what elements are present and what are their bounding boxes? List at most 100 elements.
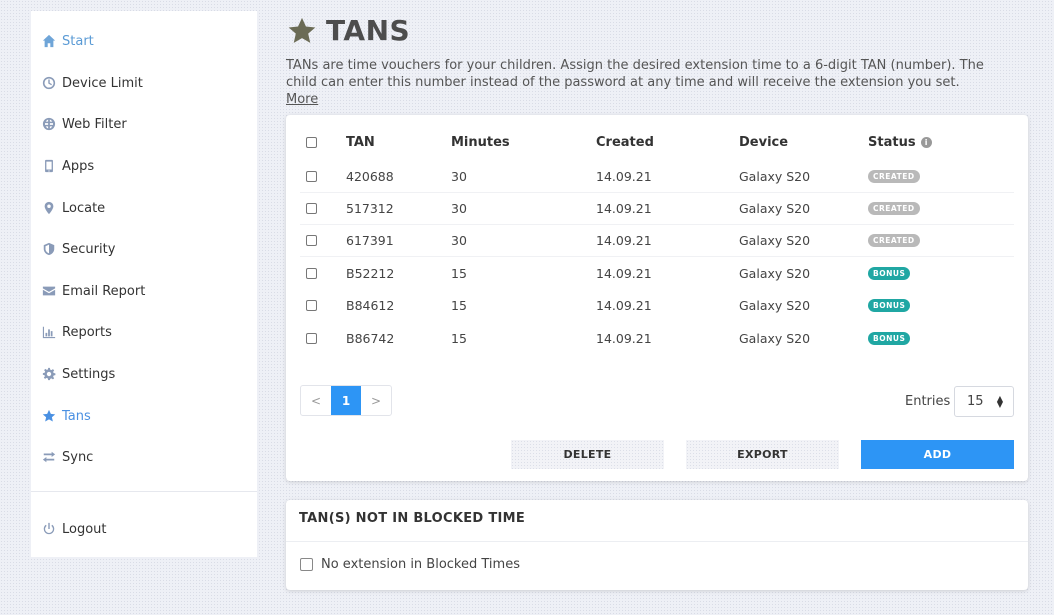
status-badge: BONUS xyxy=(868,331,911,345)
blocked-time-option[interactable]: No extension in Blocked Times xyxy=(300,557,520,572)
entries-select[interactable]: 15 ▲ ▼ xyxy=(954,386,1014,417)
blocked-time-divider xyxy=(286,541,1028,542)
delete-button[interactable]: DELETE xyxy=(511,440,664,469)
column-header-device[interactable]: Device xyxy=(739,126,788,158)
no-extension-checkbox[interactable] xyxy=(300,558,313,571)
pagination: < 1 > xyxy=(300,385,392,416)
row-checkbox[interactable] xyxy=(306,267,317,279)
table-row[interactable]: B86742 15 14.09.21 Galaxy S20 BONUS xyxy=(286,322,1028,354)
device-cell: Galaxy S20 xyxy=(739,232,811,248)
sidebar-item-label: Start xyxy=(62,33,94,49)
sidebar-item-label: Settings xyxy=(62,366,116,382)
device-cell: Galaxy S20 xyxy=(739,297,811,313)
entries-label: Entries xyxy=(905,394,951,409)
table-row[interactable]: 420688 30 14.09.21 Galaxy S20 CREATED xyxy=(286,160,1028,192)
sidebar-item-label: Locate xyxy=(62,200,106,216)
intro-text: TANs are time vouchers for your children… xyxy=(286,57,986,108)
export-button[interactable]: EXPORT xyxy=(686,440,839,469)
row-checkbox[interactable] xyxy=(306,234,317,246)
device-cell: Galaxy S20 xyxy=(739,168,811,184)
table-row[interactable]: 617391 30 14.09.21 Galaxy S20 CREATED xyxy=(286,224,1028,256)
sidebar-item-label: Sync xyxy=(62,449,94,465)
row-checkbox[interactable] xyxy=(306,299,317,311)
sidebar-item-label: Reports xyxy=(62,324,112,340)
intro-paragraph: TANs are time vouchers for your children… xyxy=(286,58,984,90)
star-icon xyxy=(288,17,316,43)
column-header-created[interactable]: Created xyxy=(596,126,654,158)
device-cell: Galaxy S20 xyxy=(739,265,811,281)
sidebar-item-label: Device Limit xyxy=(62,75,143,91)
logout-label: Logout xyxy=(62,521,107,537)
sync-arrows-icon xyxy=(41,449,57,465)
table-row[interactable]: 517312 30 14.09.21 Galaxy S20 CREATED xyxy=(286,192,1028,224)
column-header-status[interactable]: Status i xyxy=(868,126,932,158)
logout-button[interactable]: Logout xyxy=(41,514,107,544)
sidebar-item-start[interactable]: Start xyxy=(41,26,94,56)
bar-chart-icon xyxy=(41,324,57,340)
sidebar-item-reports[interactable]: Reports xyxy=(41,317,112,347)
sidebar-item-tans[interactable]: Tans xyxy=(41,401,91,431)
tan-cell: 420688 xyxy=(346,168,394,184)
pagination-next-button[interactable]: > xyxy=(361,386,391,415)
blocked-time-card: TAN(S) NOT IN BLOCKED TIME No extension … xyxy=(286,500,1028,590)
no-extension-label: No extension in Blocked Times xyxy=(321,557,520,572)
minutes-cell: 15 xyxy=(451,297,467,313)
select-all-checkbox[interactable] xyxy=(306,136,317,148)
pagination-prev-button[interactable]: < xyxy=(301,386,331,415)
pagination-page-button[interactable]: 1 xyxy=(331,386,361,415)
sidebar-item-label: Email Report xyxy=(62,283,146,299)
info-icon[interactable]: i xyxy=(920,136,932,148)
sidebar-item-label: Apps xyxy=(62,158,95,174)
created-cell: 14.09.21 xyxy=(596,232,652,248)
created-cell: 14.09.21 xyxy=(596,265,652,281)
sidebar-item-locate[interactable]: Locate xyxy=(41,193,105,223)
row-checkbox[interactable] xyxy=(306,202,317,214)
shield-icon xyxy=(41,241,57,257)
sidebar-item-label: Tans xyxy=(62,408,91,424)
power-icon xyxy=(41,521,57,537)
status-badge: CREATED xyxy=(868,201,920,215)
device-cell: Galaxy S20 xyxy=(739,330,811,346)
row-checkbox[interactable] xyxy=(306,170,317,182)
gear-icon xyxy=(41,366,57,382)
table-row[interactable]: B84612 15 14.09.21 Galaxy S20 BONUS xyxy=(286,289,1028,321)
tan-cell: 617391 xyxy=(346,232,394,248)
column-header-status-label: Status xyxy=(868,134,916,150)
more-link[interactable]: More xyxy=(286,92,318,107)
minutes-cell: 15 xyxy=(451,265,467,281)
row-checkbox[interactable] xyxy=(306,332,317,344)
star-icon xyxy=(41,408,57,424)
created-cell: 14.09.21 xyxy=(596,168,652,184)
table-row[interactable]: B52212 15 14.09.21 Galaxy S20 BONUS xyxy=(286,257,1028,289)
sidebar-item-security[interactable]: Security xyxy=(41,234,115,264)
sidebar-item-web-filter[interactable]: Web Filter xyxy=(41,109,127,139)
column-header-minutes[interactable]: Minutes xyxy=(451,126,510,158)
tan-cell: B52212 xyxy=(346,265,395,281)
status-badge: BONUS xyxy=(868,266,911,280)
globe-icon xyxy=(41,116,57,132)
add-button[interactable]: ADD xyxy=(861,440,1014,469)
column-header-tan[interactable]: TAN xyxy=(346,126,375,158)
envelope-icon xyxy=(41,283,57,299)
sidebar-item-label: Web Filter xyxy=(62,116,127,132)
home-icon xyxy=(41,33,57,49)
sidebar-divider xyxy=(31,491,257,492)
phone-icon xyxy=(41,158,57,174)
tan-cell: B86742 xyxy=(346,330,395,346)
sidebar-item-sync[interactable]: Sync xyxy=(41,442,93,472)
created-cell: 14.09.21 xyxy=(596,297,652,313)
device-cell: Galaxy S20 xyxy=(739,200,811,216)
tan-cell: B84612 xyxy=(346,297,395,313)
sidebar-item-email-report[interactable]: Email Report xyxy=(41,276,145,306)
sidebar-item-apps[interactable]: Apps xyxy=(41,151,94,181)
minutes-cell: 30 xyxy=(451,200,467,216)
status-badge: CREATED xyxy=(868,169,920,183)
status-badge: BONUS xyxy=(868,298,911,312)
sidebar-item-device-limit[interactable]: Device Limit xyxy=(41,68,143,98)
minutes-cell: 15 xyxy=(451,330,467,346)
sidebar-item-label: Security xyxy=(62,241,116,257)
status-badge: CREATED xyxy=(868,233,920,247)
page-title-text: TANS xyxy=(326,14,411,47)
map-pin-icon xyxy=(41,200,57,216)
sidebar-item-settings[interactable]: Settings xyxy=(41,359,115,389)
